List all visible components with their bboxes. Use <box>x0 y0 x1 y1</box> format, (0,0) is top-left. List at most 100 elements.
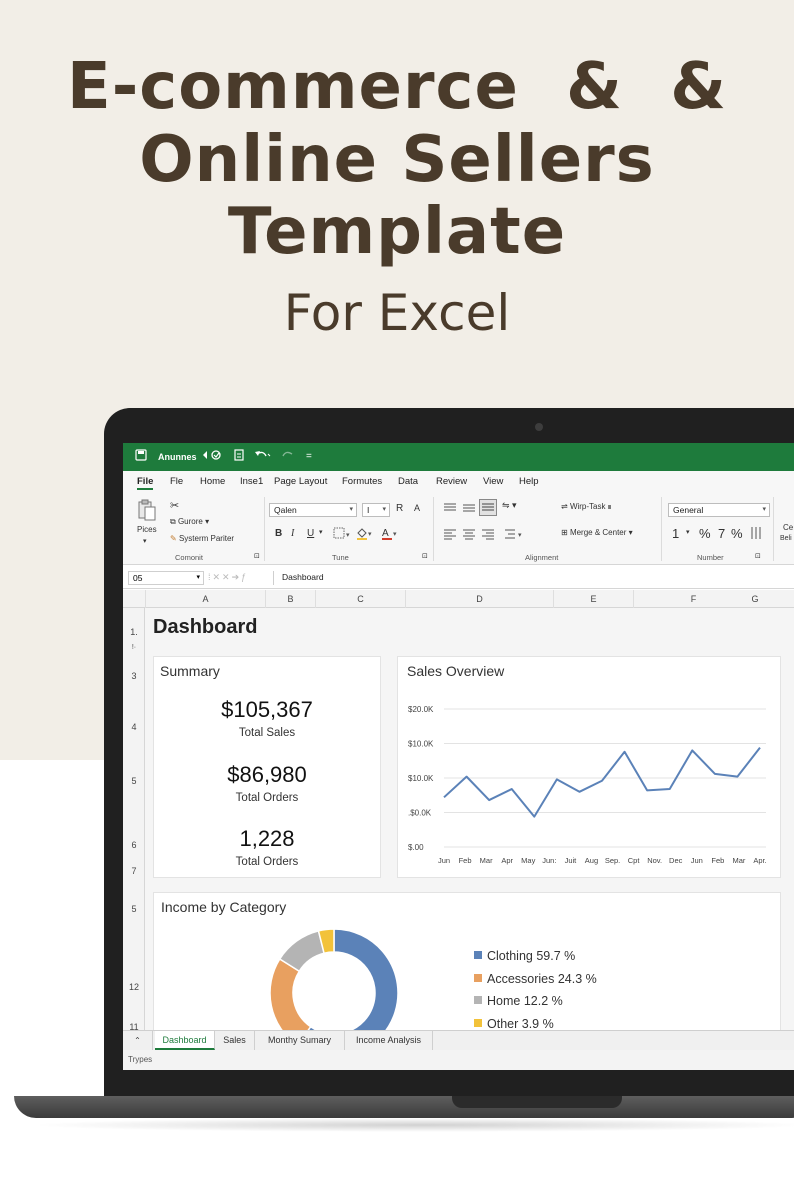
clipboard-launcher-icon[interactable]: ⊡ <box>254 552 260 560</box>
align-left-icon[interactable] <box>443 528 457 543</box>
legend-item: Clothing 59.7 % <box>474 949 575 963</box>
accounting-dropdown-icon[interactable]: ▾ <box>686 528 690 536</box>
customize-quick-access-icon[interactable]: = <box>306 449 312 465</box>
font-launcher-icon[interactable]: ⊡ <box>422 552 428 560</box>
column-header[interactable]: B <box>265 590 315 608</box>
accounting-format-button[interactable]: 1 <box>672 526 679 541</box>
svg-text:A: A <box>382 528 389 539</box>
align-bottom-icon[interactable] <box>479 499 497 519</box>
column-header[interactable]: D <box>405 590 553 608</box>
orientation-icon[interactable]: ⇋ ▾ <box>502 500 517 511</box>
fill-color-icon[interactable]: ▾ <box>356 526 374 543</box>
title-bar: Anunnes = <box>123 443 794 471</box>
sheet-tab-dashboard[interactable]: Dashboard <box>155 1031 215 1050</box>
number-format-dropdown[interactable]: General ▾ <box>668 503 770 517</box>
tab-insert[interactable]: Inse1 <box>240 476 263 487</box>
row-header[interactable]: 5 <box>123 776 145 786</box>
x-tick-label: Cpt <box>628 856 641 865</box>
shrink-font-button[interactable]: A <box>414 503 420 513</box>
align-center-icon[interactable] <box>462 528 476 543</box>
x-tick-label: May <box>521 856 535 865</box>
y-tick-label: $.00 <box>408 843 424 852</box>
wrap-text-icon: ⇌ <box>561 502 568 511</box>
bold-button[interactable]: B <box>275 528 282 539</box>
underline-button[interactable]: U <box>307 528 314 539</box>
copy-button[interactable]: ⧉ Gurore ▾ <box>170 517 209 527</box>
column-header[interactable]: G <box>735 590 775 608</box>
cell-styles-partial[interactable]: Ce <box>783 523 793 532</box>
font-name-dropdown[interactable]: Qalen ▾ <box>269 503 357 517</box>
column-header[interactable]: A <box>145 590 265 608</box>
column-header[interactable]: E <box>553 590 633 608</box>
percent-button[interactable]: % <box>699 526 711 541</box>
sheet-tab-income-analysis[interactable]: Income Analysis <box>345 1031 433 1050</box>
underline-dropdown-icon[interactable]: ▾ <box>319 528 323 536</box>
redo-icon[interactable] <box>278 449 296 465</box>
row-header[interactable]: 1. <box>123 627 145 637</box>
dashboard-title: Dashboard <box>153 616 258 638</box>
column-header[interactable]: C <box>315 590 405 608</box>
paste-icon[interactable] <box>137 499 157 523</box>
merge-icon: ⊞ <box>561 528 568 537</box>
tab-file[interactable]: File <box>137 476 154 490</box>
row-header[interactable]: !· <box>123 644 145 651</box>
comma-button[interactable]: 7 <box>718 526 725 541</box>
save-icon[interactable] <box>135 449 147 465</box>
row-header[interactable]: 4 <box>123 722 145 732</box>
align-middle-icon[interactable] <box>462 502 476 517</box>
name-box[interactable]: 05 ▾ <box>128 571 204 585</box>
select-all-corner[interactable] <box>123 590 145 608</box>
autosave-icon[interactable] <box>201 449 223 465</box>
income-title: Income by Category <box>161 899 287 915</box>
indent-icon[interactable]: ▾ <box>504 528 526 543</box>
merge-center-button[interactable]: ⊞ Merge & Center ▾ <box>561 528 633 537</box>
legend-value: 12.2 % <box>523 994 563 1008</box>
align-right-icon[interactable] <box>481 528 495 543</box>
legend-label: Other <box>487 1016 522 1031</box>
menu-bar: File Fle Home Inse1 Page Layout Formutes… <box>123 471 794 493</box>
undo-icon[interactable] <box>253 449 271 465</box>
grow-font-button[interactable]: R <box>396 503 403 514</box>
sheet-tab-sales[interactable]: Sales <box>215 1031 255 1050</box>
row-header[interactable]: 3 <box>123 671 145 681</box>
sheet-tab-monthly-summary[interactable]: Monthy Sumary <box>255 1031 345 1050</box>
tab-fle[interactable]: Fle <box>170 476 183 487</box>
y-tick-label: $10.0K <box>408 740 434 749</box>
number-launcher-icon[interactable]: ⊡ <box>755 552 761 560</box>
row-header[interactable]: 5 <box>123 904 145 914</box>
tab-page-layout[interactable]: Page Layout <box>274 476 327 487</box>
cut-icon[interactable]: ✂ <box>170 499 179 512</box>
paste-dropdown-icon[interactable]: ▾ <box>143 537 147 545</box>
add-sheet-icon[interactable]: ⌃ <box>123 1031 153 1050</box>
copy-label: Gurore <box>177 517 203 526</box>
tab-formulas[interactable]: Formutes <box>342 476 382 487</box>
app-name: Anunnes <box>158 452 197 462</box>
row-header[interactable]: 12 <box>123 982 145 992</box>
row-header[interactable]: 7 <box>123 866 145 876</box>
tab-home[interactable]: Home <box>200 476 225 487</box>
font-color-icon[interactable]: A ▾ <box>381 526 399 543</box>
decimal-button[interactable]: % <box>731 526 743 541</box>
tab-help[interactable]: Help <box>519 476 539 487</box>
align-top-icon[interactable] <box>443 502 457 517</box>
borders-icon[interactable]: ▾ <box>333 527 351 542</box>
row-header[interactable]: 6 <box>123 840 145 850</box>
font-size-dropdown[interactable]: I ▾ <box>362 503 390 517</box>
decrease-decimal-icon[interactable] <box>750 526 762 543</box>
x-tick-label: Aug <box>585 856 598 865</box>
legend-label: Home <box>487 994 524 1008</box>
paste-button-label[interactable]: Pices <box>137 525 157 534</box>
x-tick-label: Dec <box>669 856 683 865</box>
cell-styles-partial-2[interactable]: Beli <box>780 535 792 542</box>
formula-input[interactable]: Dashboard <box>273 571 788 585</box>
kpi-value: $86,980 <box>227 762 307 787</box>
worksheet[interactable]: Dashboard Summary $105,367 Total Sales $… <box>145 608 794 1051</box>
italic-button[interactable]: I <box>291 528 294 539</box>
tab-view[interactable]: View <box>483 476 503 487</box>
tab-data[interactable]: Data <box>398 476 418 487</box>
formula-cancel-icon[interactable]: ⁞✕✕➔ƒ <box>208 572 248 583</box>
document-icon[interactable] <box>233 449 245 465</box>
format-painter-button[interactable]: ✎ Systerm Pariter <box>170 534 234 543</box>
wrap-text-button[interactable]: ⇌ Wirp-Task ııı <box>561 502 612 511</box>
tab-review[interactable]: Review <box>436 476 467 487</box>
